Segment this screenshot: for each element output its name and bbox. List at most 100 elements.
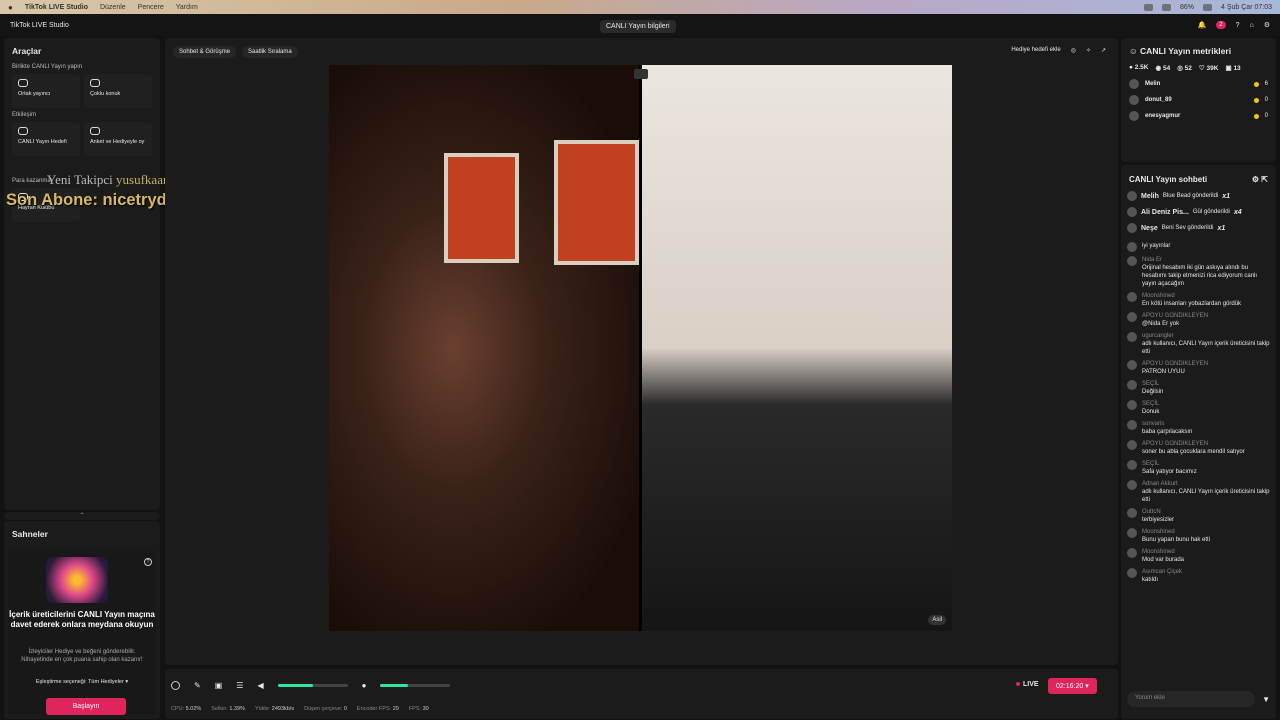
- message-text: baba çarpılacaksın: [1142, 429, 1193, 435]
- chat-input[interactable]: Yorum ekle: [1127, 691, 1255, 707]
- stat-label: Selkin:: [211, 706, 230, 712]
- gift-user: Melih: [1141, 192, 1159, 200]
- gift-goal-button[interactable]: Hediye hedefi ekle: [1011, 47, 1060, 54]
- coin-value: 0: [1264, 97, 1268, 103]
- cohost-label: Ortak yayıncı: [18, 91, 51, 97]
- title-bar: TikTok LIVE Studio CANLI Yayın bilgileri…: [0, 14, 1280, 36]
- message-text: iyi yayınlar: [1142, 243, 1171, 249]
- menu-help[interactable]: Yardım: [176, 4, 198, 11]
- chat-message: APOYU GONDIKLEYEN soner bu abla çocuklara…: [1121, 438, 1276, 458]
- message-body: Moonshined Bunu yapan bunu hak etti: [1142, 528, 1210, 544]
- stat-item: CPU: 5.02%: [171, 706, 201, 712]
- collapse-toggle[interactable]: ⌃: [4, 512, 160, 520]
- chat-message: OuttcN terbiyesizler: [1121, 506, 1276, 526]
- live-video-preview[interactable]: Asil: [329, 65, 952, 631]
- wifi-icon[interactable]: [1162, 3, 1171, 11]
- chat-settings-icon[interactable]: ⚙ ⇱: [1252, 175, 1268, 184]
- chat-message: SEÇİL Safa yatıyor bacımız: [1121, 458, 1276, 478]
- pen-icon[interactable]: ✎: [194, 681, 201, 690]
- chat-message: APOYU GONDIKLEYEN @Nida Er yok: [1121, 310, 1276, 330]
- live-label: LIVE: [1023, 681, 1039, 688]
- chat-message: Asımcan Çiçek katıldı: [1121, 566, 1276, 586]
- live-timer-button[interactable]: 02:16:20 ▾: [1048, 678, 1097, 694]
- start-button[interactable]: Başlayın: [46, 698, 126, 715]
- message-body: Nida Er Orijinal hesabım iki gün askıya a…: [1142, 256, 1270, 288]
- app-title: TikTok LIVE Studio: [10, 21, 69, 29]
- tab-hourly-ranking[interactable]: Saatlik Sıralama: [242, 46, 298, 58]
- message-body: OuttcN terbiyesizler: [1142, 508, 1174, 524]
- poll-button[interactable]: Anket ve Hediyeyle oy: [84, 122, 152, 156]
- share-icon[interactable]: ↗: [1101, 47, 1106, 54]
- chat-panel: CANLI Yayın sohbeti ⚙ ⇱ Melih Blue Bead gö…: [1121, 165, 1276, 719]
- message-text: Orijinal hesabım iki gün askıya alındı b…: [1142, 265, 1258, 287]
- stat-label: Encoder FPS:: [356, 706, 393, 712]
- match-option-label: Eşleştirme seçeneği: Tüm Hediyeler: [35, 679, 124, 685]
- help-icon[interactable]: ?: [1236, 22, 1240, 29]
- match-option-select[interactable]: Eşleştirme seçeneği: Tüm Hediyeler ▾: [8, 679, 156, 685]
- control-center-icon[interactable]: [1203, 3, 1213, 11]
- settings-icon[interactable]: ⚙: [1264, 21, 1270, 29]
- menu-edit[interactable]: Düzenle: [100, 4, 126, 11]
- speaker-icon[interactable]: ◀: [257, 681, 263, 690]
- send-icon[interactable]: ▼: [1262, 695, 1270, 704]
- chat-message: Adnan Akkurt adlı kullanıcı, CANLI Yayın …: [1121, 478, 1276, 506]
- link-icon: [18, 79, 28, 87]
- coin-value: 0: [1264, 113, 1268, 119]
- mic-volume-slider[interactable]: [380, 684, 451, 687]
- battle-illustration: [46, 557, 108, 603]
- microphone-icon[interactable]: ●: [362, 681, 367, 690]
- message-body: Adnan Akkurt adlı kullanıcı, CANLI Yayın …: [1142, 480, 1270, 504]
- layers-icon[interactable]: ▣: [215, 681, 223, 690]
- live-dot-icon: [1016, 682, 1020, 686]
- cohost-button[interactable]: Ortak yayıncı: [12, 74, 80, 108]
- gift-row: Neşe Beni Sev gönderildi x1: [1121, 220, 1276, 236]
- record-icon[interactable]: ◎: [1071, 47, 1076, 54]
- message-author: SEÇİL: [1142, 381, 1160, 387]
- coin-icon: [1253, 113, 1259, 119]
- stat-label: CPU:: [171, 706, 186, 712]
- chat-message: ugurcangler adlı kullanıcı, CANLI Yayın i…: [1121, 330, 1276, 358]
- screen-record-icon[interactable]: [1144, 3, 1153, 11]
- message-text: Donuk: [1142, 409, 1160, 415]
- speaker-volume-slider[interactable]: [277, 684, 348, 687]
- timer-text: 02:16:20: [1056, 683, 1084, 690]
- message-body: sonvaris baba çarpılacaksın: [1142, 420, 1192, 436]
- gifts-stat: ▣ 13: [1225, 65, 1241, 72]
- message-body: SEÇİL Safa yatıyor bacımız: [1142, 460, 1197, 476]
- message-body: Moonshined Mod var burada: [1142, 548, 1184, 564]
- follower-label: Yeni Takipci: [47, 172, 113, 187]
- bell-icon[interactable]: 🔔: [1198, 21, 1207, 29]
- message-text: adlı kullanıcı, CANLI Yayın içerik üreti…: [1142, 341, 1270, 355]
- scenes-title: Sahneler: [12, 529, 48, 539]
- battery-level[interactable]: 86%: [1180, 4, 1194, 11]
- stat-label: FPS:: [408, 706, 423, 712]
- mic-volume-fill: [380, 684, 409, 687]
- clock[interactable]: 4 Şub Çar 07:03: [1221, 4, 1272, 11]
- menu-app-name[interactable]: TikTok LIVE Studio: [25, 4, 88, 11]
- likes-stat: ♡ 39K: [1198, 65, 1219, 72]
- leaderboard-row[interactable]: enesyagmur 0: [1121, 108, 1276, 124]
- multi-guest-button[interactable]: Çoklu konuk: [84, 74, 152, 108]
- stream-info-button[interactable]: CANLI Yayın bilgileri: [600, 20, 676, 33]
- stat-item: Selkin: 1.39%: [211, 706, 245, 712]
- live-goal-button[interactable]: CANLI Yayın Hedefi: [12, 122, 80, 156]
- message-author: APOYU GONDIKLEYEN: [1142, 361, 1209, 367]
- poll-label: Anket ve Hediyeyle oy: [90, 139, 145, 145]
- avatar: [1127, 191, 1137, 201]
- leaderboard-row[interactable]: donut_89 0: [1121, 92, 1276, 108]
- apple-menu-icon[interactable]: ●: [8, 3, 13, 12]
- tab-chat-call[interactable]: Sohbet & Görüşme: [173, 46, 237, 58]
- avatar: [1127, 332, 1137, 342]
- home-icon[interactable]: ⌂: [1249, 22, 1253, 29]
- gift-text: Beni Sev gönderildi: [1161, 225, 1214, 231]
- help-icon[interactable]: ?: [144, 558, 152, 566]
- avatar: [1127, 568, 1137, 578]
- leaderboard-row[interactable]: Melin 6: [1121, 76, 1276, 92]
- follower-name: yusufkaan: [116, 172, 170, 187]
- menu-window[interactable]: Pencere: [138, 4, 164, 11]
- record-button-icon[interactable]: [171, 681, 180, 690]
- message-body: SEÇİL Değilsin: [1142, 380, 1163, 396]
- effects-icon[interactable]: ✧: [1086, 47, 1091, 54]
- avatar: [1127, 380, 1137, 390]
- sliders-icon[interactable]: ☰: [236, 681, 243, 690]
